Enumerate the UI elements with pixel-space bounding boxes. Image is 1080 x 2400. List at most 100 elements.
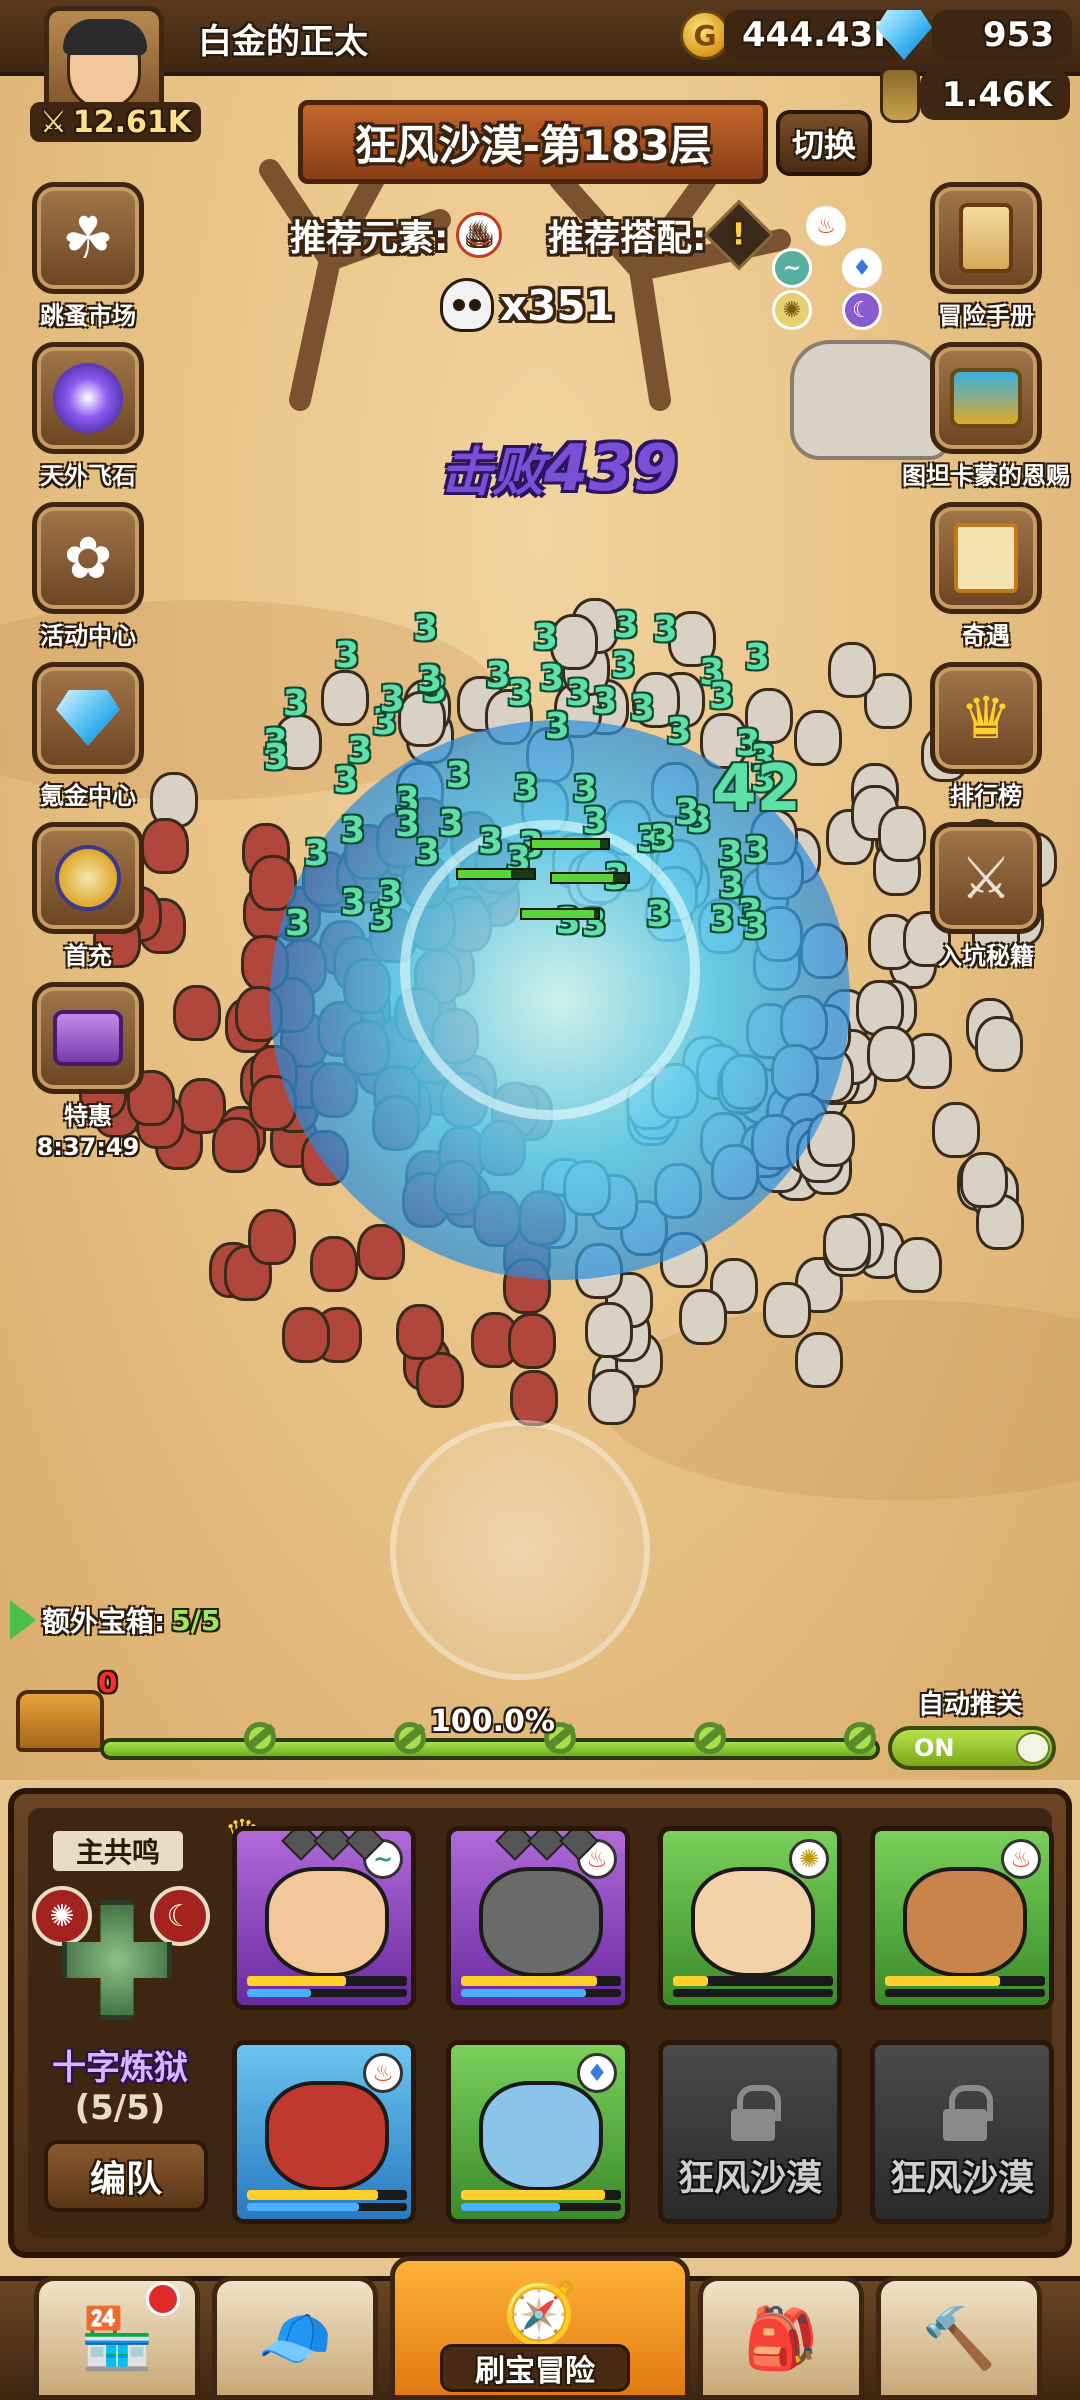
damage-number-large: 42 — [712, 752, 802, 826]
mummy-enemy — [794, 710, 843, 767]
hero-slot[interactable]: ♨ — [232, 2040, 416, 2224]
fire-element-icon: ♨ — [806, 206, 846, 246]
gem-display[interactable]: 953 — [876, 10, 1072, 60]
locked-hero-slot[interactable]: 狂风沙漠 — [658, 2040, 842, 2224]
extra-chest-label: 额外宝箱: — [42, 1605, 166, 1638]
damage-number: 3 — [674, 791, 700, 833]
menu-label: 奇遇 — [962, 622, 1010, 650]
mummy-enemy — [248, 1209, 297, 1266]
lock-icon — [727, 2085, 781, 2141]
warning-icon: ! — [704, 199, 775, 271]
player-hp-bar — [456, 868, 536, 880]
mummy-enemy — [959, 1152, 1008, 1209]
menu-label: 活动中心 — [40, 622, 136, 650]
damage-number: 3 — [708, 675, 734, 717]
hero-portrait — [903, 1867, 1027, 1977]
mummy-enemy — [211, 1116, 260, 1173]
hero-status-bars — [885, 1976, 1045, 1997]
lock-icon — [939, 2085, 993, 2141]
gift-badge-icon — [32, 822, 144, 934]
toggle-state: ON — [914, 1734, 955, 1762]
damage-number: 3 — [347, 730, 373, 772]
menu-tutankhamun-gift[interactable]: 图坦卡蒙的恩赐 — [902, 342, 1070, 492]
menu-first-recharge[interactable]: 首充 — [28, 822, 148, 972]
menu-label: 特惠 — [64, 1102, 112, 1130]
menu-special-offer[interactable]: 特惠 8:37:49 — [28, 982, 148, 1161]
backpack-icon: 🎒 — [743, 2303, 819, 2374]
menu-label: 天外飞石 — [40, 462, 136, 490]
menu-flea-market[interactable]: ☘ 跳蚤市场 — [28, 182, 148, 332]
damage-number: 3 — [507, 673, 533, 715]
damage-number: 3 — [284, 902, 310, 944]
stage-progress-label: 100.0% — [430, 1704, 555, 1739]
crown-icon: ♛ — [930, 662, 1042, 774]
hero-slot[interactable]: ♨ — [446, 1826, 630, 2010]
damage-number: 3 — [646, 893, 672, 935]
edit-team-button[interactable]: 编队 — [44, 2140, 208, 2212]
menu-premium-center[interactable]: 氪金中心 — [28, 662, 148, 812]
damage-number: 3 — [263, 736, 289, 778]
crossed-swords-icon: ⚔ — [40, 104, 67, 140]
nav-hero[interactable]: 🧢 — [212, 2276, 378, 2400]
damage-number: 3 — [438, 802, 464, 844]
mummy-enemy — [975, 1015, 1024, 1072]
damage-number: 3 — [744, 637, 770, 679]
hero-status-bars — [461, 2190, 621, 2211]
damage-number: 3 — [565, 673, 591, 715]
defeat-counter: 击败439 — [440, 430, 678, 506]
recommended-combo-label: 推荐搭配: — [548, 218, 707, 259]
player-name: 白金的正太 — [198, 22, 368, 62]
damage-number: 3 — [417, 658, 443, 700]
level-title: 狂风沙漠-第183层 — [298, 100, 768, 184]
play-arrow-icon — [10, 1600, 36, 1640]
recommended-element[interactable]: 推荐元素: ♨ — [290, 205, 503, 265]
power-value: 12.61K — [72, 104, 192, 140]
mummy-enemy — [588, 1369, 637, 1426]
hero-portrait — [479, 1867, 603, 1977]
menu-event-center[interactable]: ✿ 活动中心 — [28, 502, 148, 652]
menu-sky-stone[interactable]: 天外飞石 — [28, 342, 148, 492]
mummy-enemy — [932, 1101, 981, 1158]
crossed-swords-icon: ⚔ — [930, 822, 1042, 934]
nav-forge[interactable]: 🔨 — [876, 2276, 1042, 2400]
menu-adventure-handbook[interactable]: 冒险手册 — [926, 182, 1046, 332]
hero-slot[interactable]: ✺ — [658, 1826, 842, 2010]
bouquet-icon: ✿ — [32, 502, 144, 614]
nav-backpack[interactable]: 🎒 — [698, 2276, 864, 2400]
fire-element-icon: ♨ — [363, 2053, 403, 2093]
extra-chest-status: 额外宝箱: 5/5 — [10, 1600, 220, 1640]
mummy-enemy — [309, 1236, 358, 1293]
auto-push-toggle[interactable]: ON — [888, 1726, 1056, 1770]
virtual-joystick[interactable] — [390, 1420, 650, 1680]
menu-label: 跳蚤市场 — [40, 302, 136, 330]
damage-number: 3 — [394, 803, 420, 845]
menu-leaderboard[interactable]: ♛ 排行榜 — [926, 662, 1046, 812]
menu-encounter[interactable]: 奇遇 — [926, 502, 1046, 652]
extra-chest-value: 5/5 — [171, 1603, 221, 1637]
mummy-enemy — [584, 1301, 633, 1358]
enemy-count: x351 — [440, 278, 615, 332]
mummy-enemy — [867, 1026, 916, 1083]
menu-beginner-guide[interactable]: ⚔ 入坑秘籍 — [926, 822, 1046, 972]
slash-skill-icon[interactable]: ☾ — [150, 1886, 210, 1946]
recommended-combo[interactable]: 推荐搭配: ! — [548, 199, 775, 271]
hero-slot[interactable]: ~ — [232, 1826, 416, 2010]
mummy-enemy — [762, 1281, 811, 1338]
hero-status-bars — [247, 1976, 407, 1997]
wind-element-icon: ~ — [772, 248, 812, 288]
resonance-aura-icon[interactable]: ✺ — [32, 1886, 92, 1946]
hero-slot[interactable]: ♨ — [870, 1826, 1054, 2010]
hero-slot[interactable]: ♦ — [446, 2040, 630, 2224]
locked-hero-slot[interactable]: 狂风沙漠 — [870, 2040, 1054, 2224]
water-element-icon: ♦ — [577, 2053, 617, 2093]
hero-portrait — [265, 2081, 389, 2191]
potion-display[interactable]: 1.46K — [880, 67, 1070, 123]
switch-level-button[interactable]: 切换 — [776, 110, 872, 176]
treasure-chest-button[interactable] — [10, 1668, 110, 1758]
unlock-requirement: 狂风沙漠 — [677, 2158, 822, 2199]
damage-number: 3 — [513, 767, 539, 809]
hero-status-bars — [247, 2190, 407, 2211]
mummy-enemy — [416, 1351, 465, 1408]
shockwave-ring — [400, 820, 700, 1120]
mummy-enemy — [823, 1214, 872, 1271]
